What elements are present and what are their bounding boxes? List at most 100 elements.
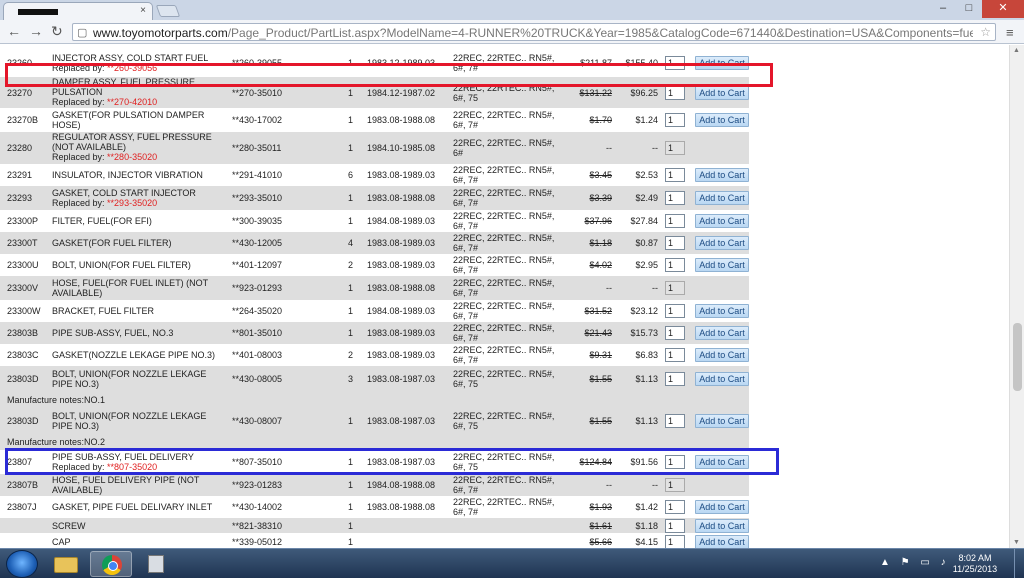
scroll-up-icon[interactable]: ▲ bbox=[1013, 47, 1020, 54]
description-line: GASKET(FOR FUEL FILTER) bbox=[52, 238, 172, 248]
order-quantity-input[interactable]: 1 bbox=[665, 258, 685, 272]
menu-icon[interactable]: ≡ bbox=[1006, 25, 1014, 40]
tab-close-icon[interactable]: × bbox=[140, 5, 146, 16]
replaced-by-label: Replaced by: bbox=[52, 152, 108, 162]
add-to-cart-button[interactable]: Add to Cart bbox=[695, 236, 749, 250]
taskbar-explorer[interactable] bbox=[45, 551, 87, 577]
part-description: GASKET(FOR FUEL FILTER) bbox=[52, 238, 172, 248]
bookmark-star-icon[interactable]: ☆ bbox=[980, 25, 991, 39]
replaced-by-part-link[interactable]: **280-35020 bbox=[107, 152, 157, 162]
url-host: www.toyomotorparts.com bbox=[93, 26, 228, 40]
table-row: 23280 REGULATOR ASSY, FUEL PRESSURE (NOT A… bbox=[0, 132, 749, 164]
scroll-down-icon[interactable]: ▼ bbox=[1013, 539, 1020, 546]
order-quantity-input[interactable]: 1 bbox=[665, 519, 685, 533]
part-number-ref: 23300W bbox=[7, 306, 41, 316]
order-quantity-input[interactable]: 1 bbox=[665, 113, 685, 127]
engine-line-1: 22REC, 22RTEC.. RN5#, bbox=[453, 497, 555, 507]
part-number-ref: 23803D bbox=[7, 416, 39, 426]
order-quantity-input[interactable]: 1 bbox=[665, 236, 685, 250]
add-to-cart-button[interactable]: Add to Cart bbox=[695, 500, 749, 514]
add-to-cart-button[interactable]: Add to Cart bbox=[695, 304, 749, 318]
replaced-by-part-link[interactable]: **270-42010 bbox=[107, 97, 157, 107]
part-code: **291-41010 bbox=[232, 170, 283, 180]
close-window-icon[interactable]: ✕ bbox=[982, 0, 1024, 18]
scroll-thumb[interactable] bbox=[1013, 323, 1022, 391]
production-dates: 1983.08-1989.03 bbox=[367, 260, 436, 270]
add-to-cart-button[interactable]: Add to Cart bbox=[695, 519, 749, 533]
sale-price: $1.24 bbox=[635, 115, 658, 125]
forward-icon[interactable]: → bbox=[29, 24, 43, 38]
new-tab-button[interactable] bbox=[155, 5, 181, 17]
minimize-icon[interactable]: – bbox=[930, 0, 956, 18]
add-to-cart-button[interactable]: Add to Cart bbox=[695, 258, 749, 272]
add-to-cart-button[interactable]: Add to Cart bbox=[695, 372, 749, 386]
add-to-cart-button[interactable]: Add to Cart bbox=[695, 414, 749, 428]
windows-taskbar: ▲ ⚑ ▭ ♪ 8:02 AM 11/25/2013 bbox=[0, 548, 1024, 578]
required-quantity: 2 bbox=[348, 260, 354, 270]
table-row: 23803D BOLT, UNION(FOR NOZZLE LEKAGE PIPE … bbox=[0, 366, 749, 391]
add-to-cart-button[interactable]: Add to Cart bbox=[695, 326, 749, 340]
add-to-cart-button[interactable]: Add to Cart bbox=[695, 113, 749, 127]
order-quantity-input[interactable]: 1 bbox=[665, 535, 685, 548]
reload-icon[interactable]: ↻ bbox=[51, 24, 63, 38]
table-row: 23270B GASKET(FOR PULSATION DAMPER HOSE) **… bbox=[0, 108, 749, 132]
engine-line-2: 6#, 7# bbox=[453, 221, 479, 231]
url-text[interactable]: www.toyomotorparts.com/Page_Product/Part… bbox=[93, 26, 973, 40]
part-description: HOSE, FUEL(FOR FUEL INLET) (NOT AVAILABLE… bbox=[52, 278, 208, 298]
order-quantity-input[interactable]: 1 bbox=[665, 214, 685, 228]
add-to-cart-button[interactable]: Add to Cart bbox=[695, 535, 749, 548]
production-dates: 1983.08-1989.03 bbox=[367, 350, 436, 360]
table-row: 23291 INSULATOR, INJECTOR VIBRATION **291-… bbox=[0, 164, 749, 186]
order-quantity-input: 1 bbox=[665, 281, 685, 295]
back-icon[interactable]: ← bbox=[7, 24, 21, 38]
list-price: $1.55 bbox=[589, 416, 612, 426]
engine-codes: 22REC, 22RTEC.. RN5#, 6#, 7# bbox=[453, 323, 554, 343]
order-quantity-input[interactable]: 1 bbox=[665, 372, 685, 386]
part-code: **430-08005 bbox=[232, 374, 283, 384]
browser-tab[interactable]: × bbox=[3, 2, 153, 20]
address-bar[interactable]: ▢ www.toyomotorparts.com/Page_Product/Pa… bbox=[72, 23, 996, 41]
order-quantity-input[interactable]: 1 bbox=[665, 304, 685, 318]
order-quantity-input[interactable]: 1 bbox=[665, 168, 685, 182]
show-desktop-button[interactable] bbox=[1014, 549, 1024, 578]
add-to-cart-button[interactable]: Add to Cart bbox=[695, 214, 749, 228]
maximize-icon[interactable]: □ bbox=[956, 0, 982, 18]
sale-price: $6.83 bbox=[635, 350, 658, 360]
table-row: 23300T GASKET(FOR FUEL FILTER) **430-12005… bbox=[0, 232, 749, 254]
production-dates: 1983.08-1987.03 bbox=[367, 374, 436, 384]
part-number-ref: 23270 bbox=[7, 88, 33, 98]
required-quantity: 1 bbox=[348, 521, 354, 531]
description-line: CAP bbox=[52, 537, 71, 547]
production-dates: 1984.08-1989.03 bbox=[367, 306, 436, 316]
engine-codes: 22REC, 22RTEC.. RN5#, 6#, 7# bbox=[453, 475, 554, 495]
engine-codes: 22REC, 22RTEC.. RN5#, 6#, 7# bbox=[453, 255, 554, 275]
add-to-cart-button[interactable]: Add to Cart bbox=[695, 191, 749, 205]
part-description: GASKET(NOZZLE LEKAGE PIPE NO.3) bbox=[52, 350, 215, 360]
list-price: $1.93 bbox=[589, 502, 612, 512]
taskbar-clock[interactable]: 8:02 AM 11/25/2013 bbox=[940, 553, 1010, 575]
taskbar-app[interactable] bbox=[135, 551, 177, 577]
start-button[interactable] bbox=[6, 550, 38, 578]
order-quantity-input[interactable]: 1 bbox=[665, 326, 685, 340]
engine-codes: 22REC, 22RTEC.. RN5#, 6#, 7# bbox=[453, 301, 554, 321]
description-line: INJECTOR ASSY, COLD START FUEL bbox=[52, 53, 209, 63]
engine-line-1: 22REC, 22RTEC.. RN5#, bbox=[453, 233, 555, 243]
add-to-cart-button[interactable]: Add to Cart bbox=[695, 348, 749, 362]
order-quantity-input[interactable]: 1 bbox=[665, 500, 685, 514]
order-quantity-input[interactable]: 1 bbox=[665, 414, 685, 428]
order-quantity-input[interactable]: 1 bbox=[665, 86, 685, 100]
order-quantity-input[interactable]: 1 bbox=[665, 348, 685, 362]
add-to-cart-button[interactable]: Add to Cart bbox=[695, 168, 749, 182]
description-line: HOSE, FUEL DELIVERY PIPE (NOT bbox=[52, 475, 200, 485]
required-quantity: 1 bbox=[348, 216, 354, 226]
taskbar-chrome[interactable] bbox=[90, 551, 132, 577]
part-description: INSULATOR, INJECTOR VIBRATION bbox=[52, 170, 203, 180]
manufacture-note-row: Manufacture notes:NO.1 bbox=[0, 391, 749, 408]
description-line-2: HOSE) bbox=[52, 120, 81, 130]
vertical-scrollbar[interactable]: ▲ ▼ bbox=[1009, 45, 1024, 548]
table-row: 23803B PIPE SUB-ASSY, FUEL, NO.3 **801-350… bbox=[0, 322, 749, 344]
order-quantity-input[interactable]: 1 bbox=[665, 191, 685, 205]
replaced-by: Replaced by: **293-35020 bbox=[52, 198, 196, 208]
replaced-by-part-link[interactable]: **293-35020 bbox=[107, 198, 157, 208]
add-to-cart-button[interactable]: Add to Cart bbox=[695, 86, 749, 100]
